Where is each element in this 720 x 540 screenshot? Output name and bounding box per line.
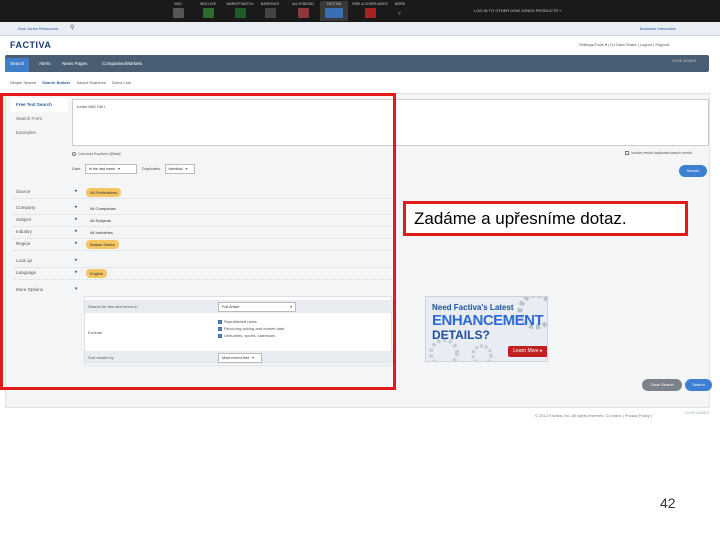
callout-text: Zadáme a upřesníme dotaz. bbox=[414, 209, 627, 228]
dow-jones-logo: DOW JONES bbox=[672, 58, 697, 63]
callout-box: Zadáme a upřesníme dotaz. bbox=[403, 201, 688, 236]
search-button-top[interactable]: Search bbox=[679, 165, 707, 177]
learn-more-button[interactable]: Learn More ▸ bbox=[508, 346, 547, 357]
property-risk-compliance[interactable]: RISK & COMPLIANCE bbox=[352, 1, 388, 21]
property-wsj-live[interactable]: WSJ LIVE bbox=[196, 1, 220, 21]
highlight-frame bbox=[0, 93, 396, 390]
resources-link[interactable]: Dow Jones Resources bbox=[18, 26, 58, 31]
facebook-twitter-icon bbox=[325, 8, 343, 18]
barrons-icon bbox=[264, 8, 276, 18]
tab-companies-markets[interactable]: Companies/Markets bbox=[97, 58, 147, 72]
risk-compliance-icon bbox=[364, 8, 376, 18]
factiva-logo: FACTIVA bbox=[10, 40, 52, 50]
property-bar: WSJ WSJ LIVE MARKETWATCH BARRON'S ALLTHI… bbox=[0, 0, 720, 22]
wsj-icon bbox=[172, 8, 184, 18]
tab-search[interactable]: Search bbox=[5, 58, 30, 72]
page-number: 42 bbox=[660, 495, 676, 511]
property-allthingsd[interactable]: ALLTHINGSD bbox=[289, 1, 317, 21]
property-marketwatch[interactable]: MARKETWATCH bbox=[226, 1, 254, 21]
live-icon bbox=[202, 8, 214, 18]
resources-bar: Dow Jones Resources ⚲ Business Interacti… bbox=[0, 22, 720, 36]
include-duplicates-checkbox[interactable]: Include media duplicated search media bbox=[625, 151, 692, 156]
footer-text: © 2012 Factiva, Inc. All rights reserved… bbox=[535, 413, 652, 418]
clear-search-button[interactable]: Clear Search bbox=[642, 379, 682, 391]
checkbox-icon bbox=[625, 151, 629, 156]
subtab-search-builder[interactable]: Search Builder bbox=[42, 80, 70, 85]
marketwatch-icon bbox=[234, 8, 246, 18]
subtab-simple-search[interactable]: Simple Search bbox=[10, 80, 36, 85]
user-links[interactable]: Settings/Tools ▾ | DJ Data Share | Logou… bbox=[579, 42, 669, 47]
property-factiva[interactable]: FACTIVA bbox=[320, 1, 348, 21]
chevron-down-icon: ˅ bbox=[398, 11, 401, 17]
property-barrons[interactable]: BARRON'S bbox=[258, 1, 282, 21]
secondary-nav: Simple Search Search Builder Saved Searc… bbox=[10, 80, 136, 85]
search-button-bottom[interactable]: Search bbox=[685, 379, 712, 391]
tab-alerts[interactable]: Alerts bbox=[34, 58, 56, 72]
tab-news-pages[interactable]: News Pages bbox=[57, 58, 92, 72]
location-pin-icon: ⚲ bbox=[70, 25, 75, 31]
main-nav: Search Alerts News Pages Companies/Marke… bbox=[5, 55, 709, 72]
business-interactive-link[interactable]: Business Interactive bbox=[640, 26, 676, 31]
property-wsj[interactable]: WSJ bbox=[168, 1, 188, 21]
allthingsd-icon bbox=[297, 8, 309, 18]
subtab-direct-link[interactable]: Direct Link bbox=[112, 80, 131, 85]
subtab-saved-searches[interactable]: Saved Searches bbox=[77, 80, 106, 85]
enhancement-ad-banner[interactable]: Need Factiva's Latest ENHANCEMENT DETAIL… bbox=[425, 296, 548, 362]
login-other-products-link[interactable]: LOG IN TO OTHER DOW JONES PRODUCTS » bbox=[474, 8, 561, 13]
dow-jones-footer-logo: DOW JONES bbox=[685, 410, 710, 415]
